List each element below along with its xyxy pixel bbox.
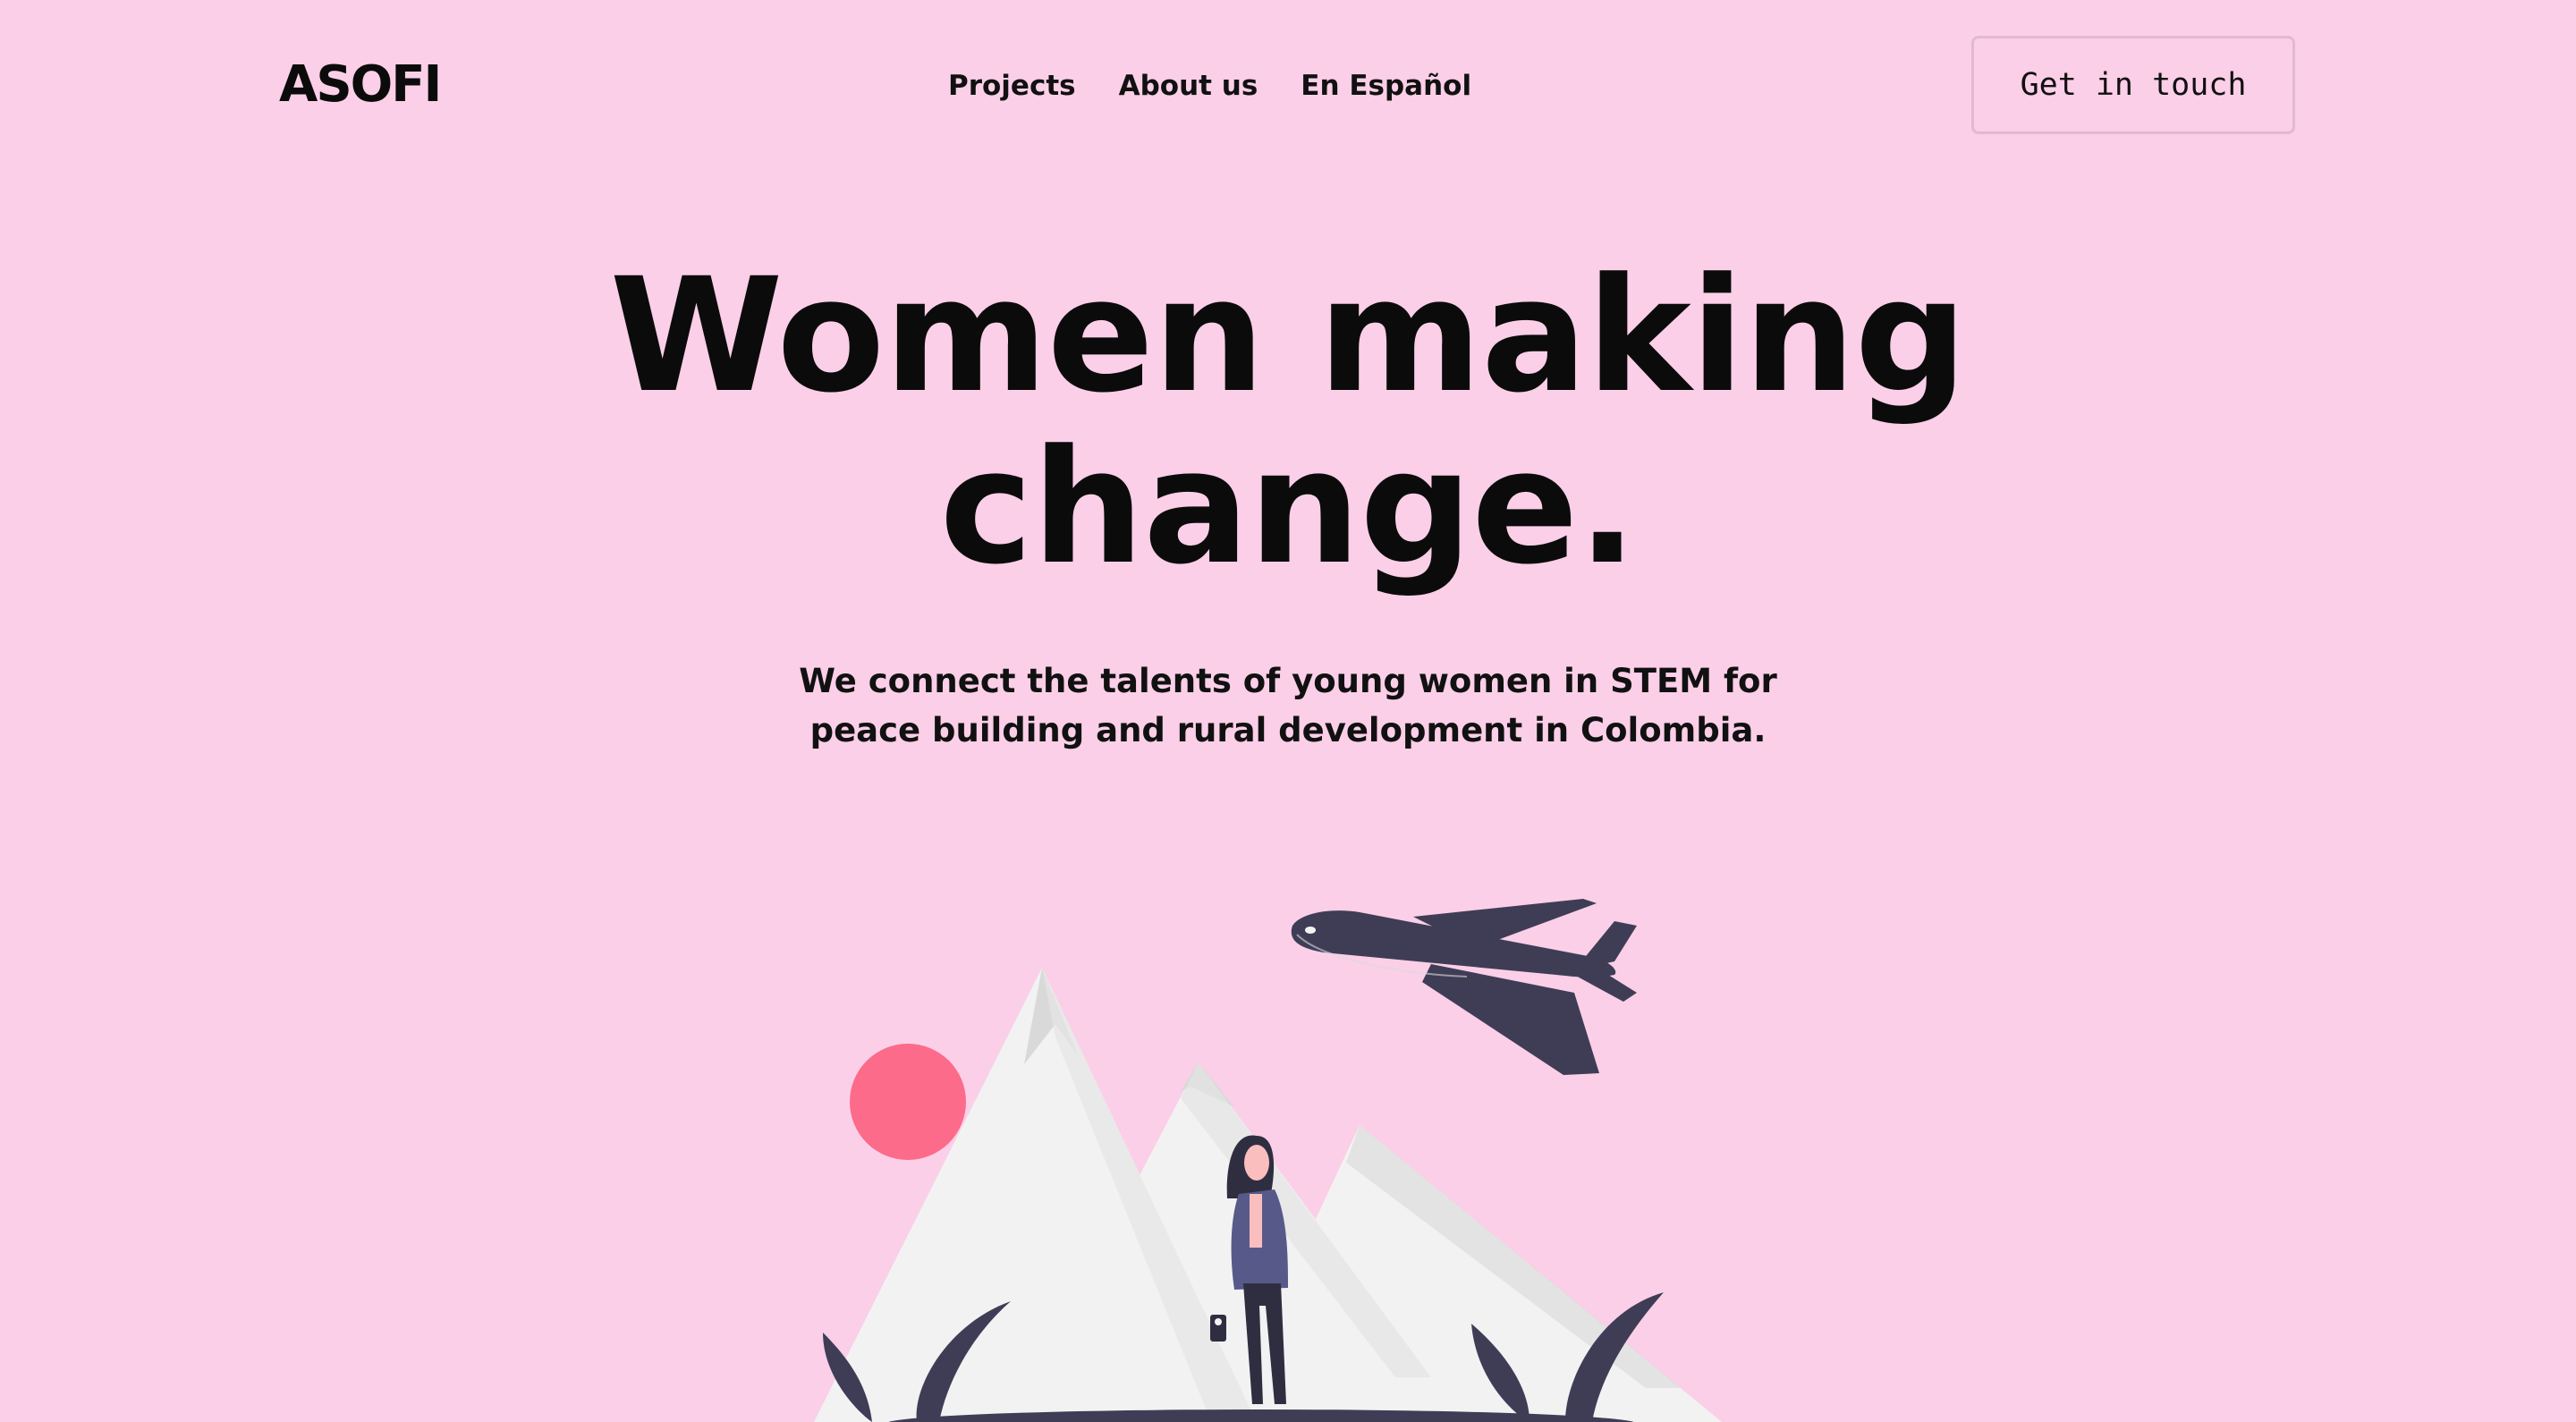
main-nav: Projects About us En Español	[948, 64, 1471, 107]
hero-title: Women making change.	[0, 250, 2576, 594]
hero-subtitle: We connect the talents of young women in…	[799, 662, 1777, 749]
get-in-touch-button[interactable]: Get in touch	[1971, 36, 2295, 134]
hero-illustration	[814, 899, 1722, 1422]
nav-link-projects[interactable]: Projects	[948, 64, 1076, 107]
hero-title-line-2: change.	[939, 416, 1638, 599]
airplane-icon	[1291, 899, 1637, 1075]
nav-link-about-us[interactable]: About us	[1119, 64, 1258, 107]
nav-link-en-espanol[interactable]: En Español	[1301, 64, 1471, 107]
sun-shape	[850, 1044, 966, 1160]
logo[interactable]: ASOFI	[279, 54, 442, 116]
hero-title-line-1: Women making	[609, 244, 1968, 427]
